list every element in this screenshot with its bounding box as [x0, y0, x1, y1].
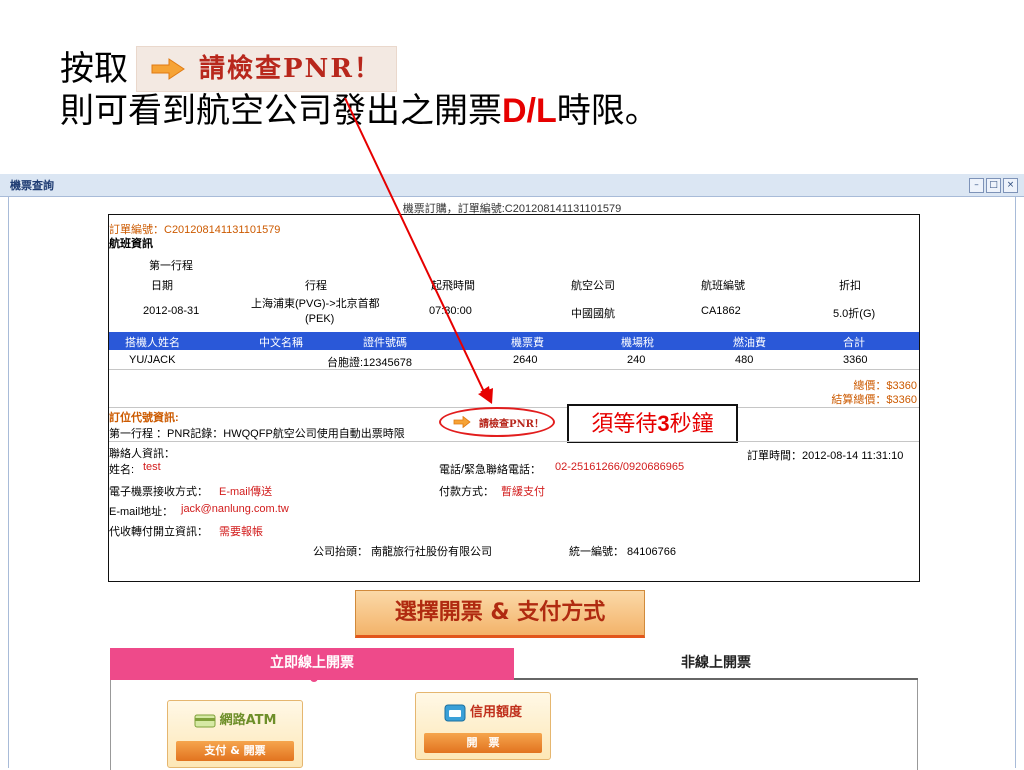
pax-header-total: 合計 [843, 337, 865, 349]
pax-header-cn-name: 中文名稱 [259, 337, 303, 349]
tab-offline-ticketing[interactable]: 非線上開票 [514, 648, 918, 678]
check-pnr-button[interactable]: 請檢查PNR！ [439, 407, 555, 437]
atm-payment-button[interactable]: 網路ATM 支付 & 開票 [167, 700, 303, 768]
flight-date: 2012-08-31 [143, 305, 200, 317]
atm-sub-label: 支付 & 開票 [176, 741, 294, 761]
credit-label-text: 信用額度 [469, 705, 522, 720]
settle-total-price: 結算總價：$3360 [831, 394, 917, 406]
right-arrow-icon [151, 58, 185, 80]
segment-label: 第一行程 [149, 260, 193, 272]
pnr-record-line: 第一行程 ：PNR記錄：HWQQFP航空公司使用自動出票時限 [109, 428, 405, 440]
flight-route-line1: 上海浦東(PVG)->北京首都 [251, 298, 380, 310]
atm-label-text: 網路ATM [219, 713, 277, 728]
flight-airline: 中國國航 [571, 308, 615, 320]
col-header-route: 行程 [305, 280, 327, 292]
pax-header-id: 證件號碼 [363, 337, 407, 349]
flight-route-line2: (PEK) [305, 313, 335, 325]
atm-card-icon [194, 714, 216, 727]
wait-note-post: 秒鐘 [669, 412, 714, 437]
col-header-flight-no: 航班編號 [701, 280, 745, 292]
slide-title-suffix: 時限。 [556, 91, 659, 131]
wait-note-box: 須等待3秒鐘 [567, 404, 738, 443]
right-arrow-icon [453, 416, 471, 428]
eticket-value: E-mail傳送 [219, 486, 273, 498]
wait-note-seconds: 3 [657, 411, 670, 436]
slide-title-prefix: 按取 [60, 49, 128, 89]
slide-title-text: 則可看到航空公司發出之開票 [60, 91, 502, 131]
eticket-label: 電子機票接收方式： [109, 486, 208, 498]
flight-discount: 5.0折(G) [833, 308, 876, 320]
slide-title-line2: 則可看到航空公司發出之開票 D/L 時限。 [60, 90, 659, 132]
maximize-button[interactable]: □ [986, 178, 1001, 193]
order-time: 訂單時間：2012-08-14 11:31:10 [747, 450, 904, 462]
order-detail-panel: 訂單編號：C201208141131101579 航班資訊 第一行程 日期 行程… [108, 214, 920, 582]
col-header-discount: 折扣 [839, 280, 861, 292]
pax-name: YU/JACK [129, 354, 176, 366]
pax-airport-tax: 240 [627, 354, 646, 366]
passenger-header-band: 搭機人姓名 中文名稱 證件號碼 機票費 機場稅 燃油費 合計 [109, 332, 919, 350]
window-titlebar[interactable]: 機票查詢 – □ × [0, 174, 1024, 197]
tab-online-label: 立即線上開票 [270, 655, 354, 671]
choose-ticketing-payment-button[interactable]: 選擇開票 & 支付方式 [355, 590, 645, 638]
name-value: test [143, 461, 161, 473]
check-pnr-label: 請檢查PNR！ [479, 419, 544, 430]
pax-id-number: 台胞證:12345678 [327, 357, 412, 369]
slide-title-line1: 按取 請檢查PNR！ [60, 46, 659, 92]
window-controls: – □ × [969, 178, 1018, 193]
email-value: jack@nanlung.com.tw [181, 503, 289, 515]
pax-header-fuel: 燃油費 [733, 337, 766, 349]
pax-header-name: 搭機人姓名 [125, 337, 180, 349]
pax-header-fare: 機票費 [511, 337, 544, 349]
flight-number: CA1862 [701, 305, 741, 317]
collect-label: 代收轉付開立資訊： [109, 526, 208, 538]
company-line: 公司抬頭： 南龍旅行社股份有限公司 [313, 546, 493, 558]
pax-total: 3360 [843, 354, 868, 366]
flight-info-title: 航班資訊 [109, 238, 153, 250]
credit-sub-label: 開 票 [424, 733, 542, 753]
pax-header-airport-tax: 機場稅 [621, 337, 654, 349]
tab-content: 網路ATM 支付 & 開票 信用額度 開 票 [110, 680, 918, 770]
pax-fuel: 480 [735, 354, 754, 366]
phone-label: 電話/緊急聯絡電話： [439, 464, 542, 476]
pax-fare: 2640 [513, 354, 538, 366]
window-title: 機票查詢 [10, 179, 54, 192]
name-label: 姓名: [109, 464, 135, 476]
pay-method-value: 暫緩支付 [501, 486, 545, 498]
credit-card-icon [444, 704, 466, 721]
atm-label: 網路ATM [168, 709, 302, 728]
pnr-section-title: 訂位代號資訊: [109, 412, 179, 424]
collect-value: 需要報帳 [219, 526, 263, 538]
flight-depart-time: 07:30:00 [429, 305, 472, 317]
credit-line-button[interactable]: 信用額度 開 票 [415, 692, 551, 760]
row-divider [109, 369, 919, 370]
close-button[interactable]: × [1003, 178, 1018, 193]
phone-value: 02-25161266/0920686965 [555, 461, 685, 473]
ticketing-tabs: 立即線上開票 非線上開票 網路ATM 支付 & 開票 信用額度 開 票 [110, 648, 918, 770]
pay-method-label: 付款方式： [439, 486, 494, 498]
tab-online-ticketing[interactable]: 立即線上開票 [110, 648, 514, 682]
slide-title-highlight: D/L [502, 92, 557, 130]
slide-title: 按取 請檢查PNR！ 則可看到航空公司發出之開票 D/L 時限。 [60, 46, 659, 132]
tax-id-line: 統一編號： 84106766 [569, 546, 676, 558]
contact-divider [109, 441, 919, 442]
credit-label: 信用額度 [416, 701, 550, 722]
minimize-button[interactable]: – [969, 178, 984, 193]
col-header-date: 日期 [151, 280, 173, 292]
email-label: E-mail地址： [109, 506, 174, 518]
pnr-check-badge-label: 請檢查PNR！ [199, 54, 382, 84]
col-header-airline: 航空公司 [571, 280, 615, 292]
col-header-depart: 起飛時間 [431, 280, 475, 292]
contact-label: 聯絡人資訊： [109, 448, 175, 460]
wait-note-pre: 須等待 [591, 412, 658, 437]
pnr-check-badge-image: 請檢查PNR！ [136, 46, 397, 92]
